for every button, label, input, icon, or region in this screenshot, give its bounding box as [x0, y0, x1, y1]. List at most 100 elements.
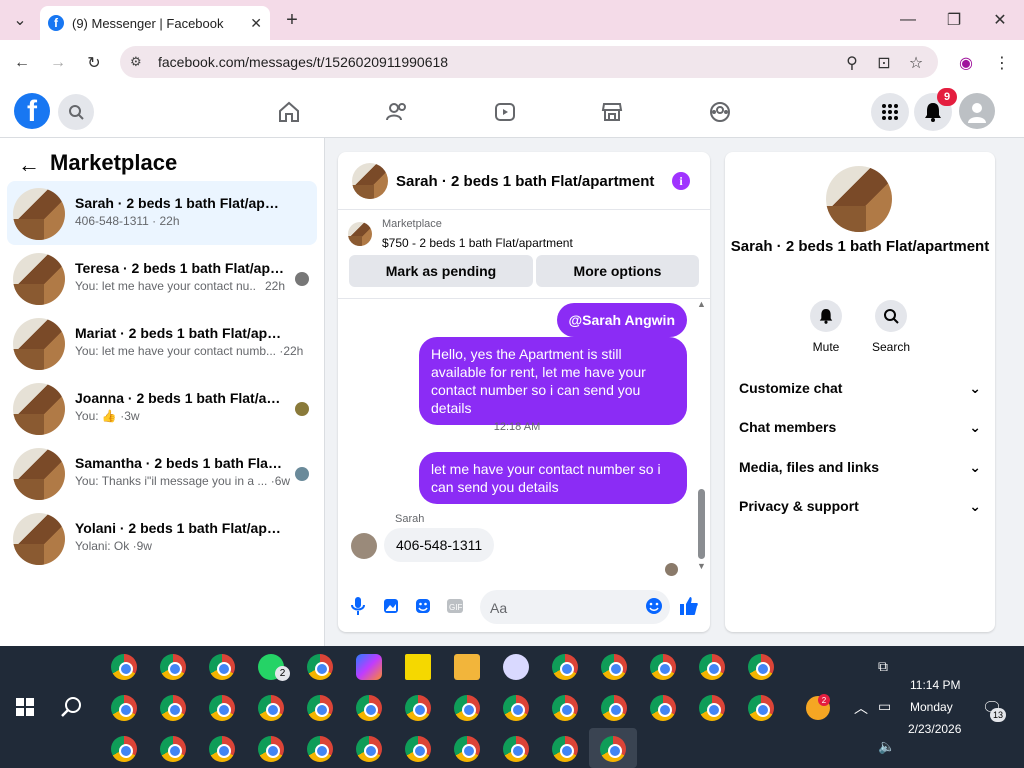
privacy-support-section[interactable]: Privacy & support ⌄ — [739, 498, 981, 515]
like-thumb-icon[interactable] — [679, 596, 699, 616]
info-icon[interactable]: i — [672, 172, 690, 190]
chrome-taskbar-icon[interactable] — [307, 654, 333, 680]
minimize-icon[interactable]: — — [898, 10, 918, 30]
profile-icon[interactable]: ◉ — [956, 53, 976, 73]
friends-icon[interactable] — [385, 100, 409, 124]
marketplace-icon[interactable] — [600, 100, 624, 124]
chrome-taskbar-icon[interactable] — [111, 654, 137, 680]
url-field[interactable]: ⚙ facebook.com/messages/t/15260209119906… — [120, 46, 938, 78]
chrome-taskbar-icon[interactable] — [405, 695, 431, 721]
restore-icon[interactable]: ❐ — [944, 10, 964, 30]
sender-avatar[interactable] — [351, 533, 377, 559]
chrome-taskbar-icon[interactable] — [601, 654, 627, 680]
bookmark-star-icon[interactable]: ☆ — [906, 53, 926, 73]
chrome-taskbar-icon-active[interactable] — [600, 736, 626, 762]
conversation-item[interactable]: Sarah · 2 beds 1 bath Flat/apartment 406… — [7, 181, 317, 245]
conversation-item[interactable]: Yolani · 2 beds 1 bath Flat/apartme... Y… — [7, 506, 317, 570]
incoming-message-bubble[interactable]: 406-548-1311 — [384, 528, 495, 562]
photo-icon[interactable] — [381, 596, 401, 616]
chrome-taskbar-icon[interactable] — [111, 695, 137, 721]
file-explorer-taskbar-icon[interactable] — [454, 654, 480, 680]
scrollbar-thumb[interactable] — [698, 489, 705, 559]
outgoing-message-bubble[interactable]: Hello, yes the Apartment is still availa… — [419, 337, 687, 425]
forward-icon[interactable]: → — [48, 53, 68, 73]
new-tab-icon[interactable]: + — [282, 9, 302, 31]
chrome-taskbar-icon[interactable] — [699, 695, 725, 721]
volume-icon[interactable]: 🔈 — [878, 738, 895, 755]
media-files-links-section[interactable]: Media, files and links ⌄ — [739, 459, 981, 476]
chat-title[interactable]: Sarah · 2 beds 1 bath Flat/apartment — [396, 173, 654, 190]
sticker-icon[interactable] — [413, 596, 433, 616]
chrome-taskbar-icon[interactable] — [307, 695, 333, 721]
outgoing-message-bubble[interactable]: let me have your contact number so i can… — [419, 452, 687, 504]
chrome-taskbar-icon[interactable] — [552, 695, 578, 721]
search-icon[interactable] — [875, 300, 907, 332]
close-window-icon[interactable]: ✕ — [990, 10, 1010, 30]
conversation-item[interactable]: Joanna · 2 beds 1 bath Flat/apar... You:… — [7, 376, 317, 440]
chrome-taskbar-icon[interactable] — [699, 654, 725, 680]
conversation-item[interactable]: Mariat · 2 beds 1 bath Flat/apartm... Yo… — [7, 311, 317, 375]
chrome-taskbar-icon[interactable] — [160, 695, 186, 721]
chrome-taskbar-icon[interactable] — [160, 654, 186, 680]
chrome-taskbar-icon[interactable] — [748, 654, 774, 680]
mark-as-pending-button[interactable]: Mark as pending — [349, 255, 533, 287]
snipping-tool-taskbar-icon[interactable] — [503, 654, 529, 680]
mention-bubble[interactable]: @Sarah Angwin — [556, 303, 687, 337]
chat-profile-image[interactable] — [826, 166, 892, 232]
site-info-icon[interactable]: ⚙ — [130, 54, 148, 70]
chat-scrollbar[interactable]: ▲ ▼ — [697, 299, 706, 579]
taskbar-search-icon[interactable] — [61, 696, 83, 718]
back-icon[interactable]: ← — [12, 53, 32, 73]
chrome-taskbar-icon[interactable] — [111, 736, 137, 762]
sticky-notes-taskbar-icon[interactable] — [405, 654, 431, 680]
reload-icon[interactable]: ↻ — [84, 53, 104, 73]
clock-date[interactable]: 2/23/2026 — [908, 722, 961, 736]
chrome-taskbar-icon[interactable] — [748, 695, 774, 721]
show-hidden-icons-icon[interactable]: ︿ — [854, 698, 868, 718]
browser-menu-icon[interactable]: ⋮ — [992, 53, 1012, 73]
chrome-taskbar-icon[interactable] — [258, 736, 284, 762]
account-avatar-icon[interactable] — [959, 93, 995, 129]
chrome-taskbar-icon[interactable] — [209, 736, 235, 762]
gif-icon[interactable]: GIF — [445, 596, 465, 616]
back-arrow-icon[interactable]: ← — [18, 152, 40, 178]
tab-search-icon[interactable]: ⌄ — [10, 10, 30, 30]
chrome-taskbar-icon[interactable] — [503, 695, 529, 721]
network-icon[interactable]: ▭ — [878, 698, 891, 715]
chrome-taskbar-icon[interactable] — [650, 654, 676, 680]
listing-thumbnail[interactable] — [348, 222, 372, 246]
install-app-icon[interactable]: ⊡ — [874, 53, 894, 73]
mute-bell-icon[interactable] — [810, 300, 842, 332]
chat-avatar[interactable] — [352, 163, 388, 199]
chrome-taskbar-icon[interactable] — [209, 695, 235, 721]
emoji-icon[interactable] — [644, 596, 664, 616]
chrome-taskbar-icon[interactable] — [160, 736, 186, 762]
clock-day[interactable]: Monday — [910, 700, 953, 714]
more-options-button[interactable]: More options — [536, 255, 699, 287]
listing-title[interactable]: $750 - 2 beds 1 bath Flat/apartment — [382, 236, 573, 250]
chrome-taskbar-icon[interactable] — [601, 695, 627, 721]
scroll-up-arrow-icon[interactable]: ▲ — [697, 299, 706, 309]
chat-members-section[interactable]: Chat members ⌄ — [739, 419, 981, 436]
windows-start-icon[interactable] — [16, 698, 34, 716]
chrome-taskbar-icon[interactable] — [405, 736, 431, 762]
chrome-taskbar-icon[interactable] — [258, 695, 284, 721]
chrome-taskbar-icon[interactable] — [650, 695, 676, 721]
search-icon[interactable] — [58, 94, 94, 130]
menu-grid-icon[interactable] — [871, 93, 909, 131]
chrome-taskbar-icon[interactable] — [356, 736, 382, 762]
scroll-down-arrow-icon[interactable]: ▼ — [697, 561, 706, 571]
copilot-taskbar-icon[interactable] — [356, 654, 382, 680]
close-tab-icon[interactable]: ✕ — [250, 15, 262, 32]
chrome-taskbar-icon[interactable] — [552, 654, 578, 680]
message-input[interactable]: Aa — [480, 590, 670, 624]
groups-icon[interactable] — [708, 100, 732, 124]
conversation-item[interactable]: Samantha · 2 beds 1 bath Flat/a... You: … — [7, 441, 317, 505]
meet-now-icon[interactable]: ⧉ — [878, 658, 888, 675]
browser-tab-messenger[interactable]: f (9) Messenger | Facebook ✕ — [40, 6, 270, 40]
conversation-item[interactable]: Teresa · 2 beds 1 bath Flat/apart... You… — [7, 246, 317, 310]
zoom-icon[interactable]: ⚲ — [842, 53, 862, 73]
chrome-taskbar-icon[interactable] — [307, 736, 333, 762]
watch-icon[interactable] — [493, 100, 517, 124]
home-icon[interactable] — [277, 100, 301, 124]
